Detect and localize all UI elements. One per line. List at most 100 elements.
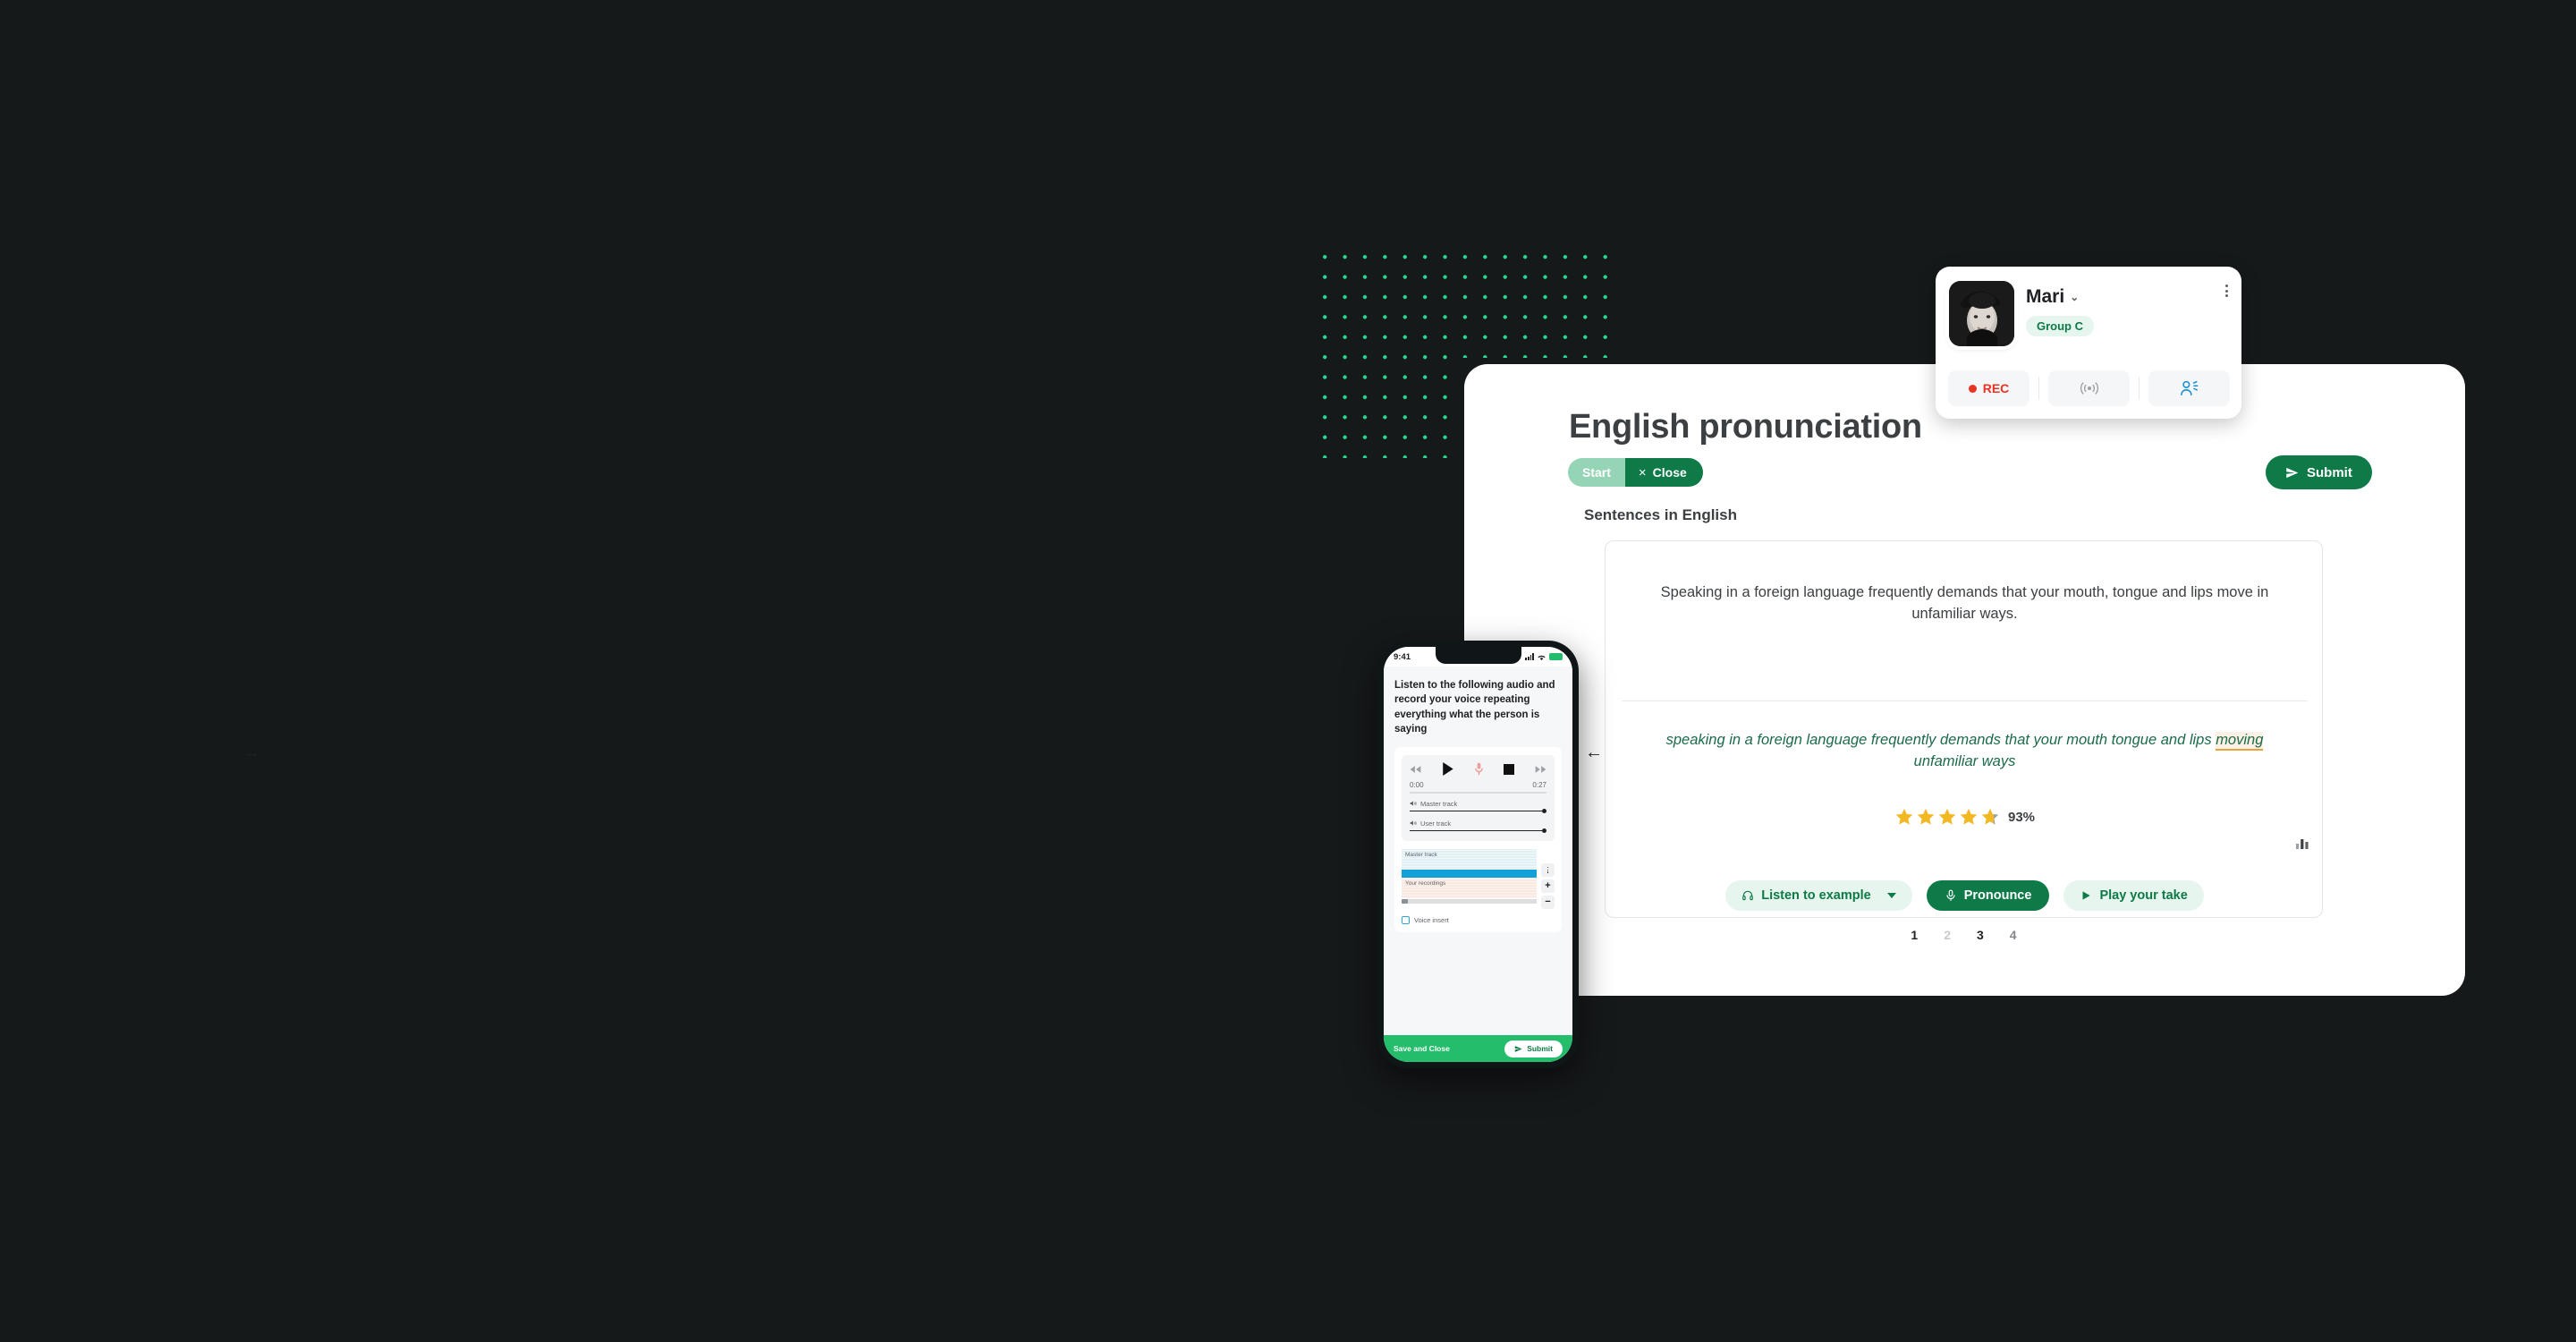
paper-plane-icon [1514, 1045, 1522, 1052]
transcript-after: unfamiliar ways [1913, 753, 2016, 770]
close-button[interactable]: × Close [1624, 458, 1703, 487]
record-label: REC [1982, 381, 2010, 395]
status-indicators [1525, 653, 1563, 661]
play-icon[interactable] [1442, 762, 1453, 777]
microphone-icon[interactable] [1474, 762, 1483, 776]
record-button[interactable]: REC [1948, 370, 2029, 406]
more-options-icon[interactable] [2225, 285, 2228, 297]
group-badge: Group C [2026, 316, 2094, 336]
user-card: Mari ⌄ Group C REC [1936, 267, 2241, 419]
paper-plane-icon [2286, 467, 2299, 478]
phone-screen: 9:41 Listen to the following audio and r… [1384, 647, 1572, 1062]
play-your-take-label: Play your take [2099, 888, 2188, 903]
signal-icon [1525, 653, 1534, 660]
start-button[interactable]: Start [1568, 458, 1625, 487]
user-name-dropdown[interactable]: Mari ⌄ [2026, 286, 2079, 308]
page-title: English pronunciation [1569, 408, 1922, 446]
next-arrow-icon[interactable]: → [239, 740, 264, 765]
listen-to-example-button[interactable]: Listen to example [1725, 880, 1912, 911]
waveform-tools: + − [1541, 849, 1555, 909]
close-button-label: Close [1652, 465, 1687, 480]
page-3[interactable]: 3 [1977, 928, 1984, 942]
zoom-out-icon[interactable]: − [1541, 895, 1555, 909]
master-waveform[interactable]: Master track [1402, 848, 1537, 870]
time-current: 0:00 [1410, 781, 1424, 790]
phone-submit-label: Submit [1527, 1044, 1553, 1053]
transcript-result: speaking in a foreign language frequentl… [1632, 729, 2297, 773]
phone-body: Listen to the following audio and record… [1384, 667, 1572, 1035]
master-volume-slider[interactable] [1410, 808, 1546, 813]
play-your-take-button[interactable]: Play your take [2063, 880, 2204, 911]
user-track-label: User track [1420, 819, 1452, 828]
broadcast-button[interactable] [2048, 370, 2130, 406]
master-track-volume-label: Master track [1410, 800, 1546, 808]
stop-icon[interactable] [1503, 763, 1514, 775]
user-card-controls: REC [1948, 370, 2230, 406]
user-volume-slider[interactable] [1410, 828, 1546, 833]
phone-submit-button[interactable]: Submit [1504, 1040, 1563, 1057]
player-transport-controls [1410, 762, 1546, 777]
chevron-down-icon[interactable]: ⌄ [2070, 291, 2079, 303]
prompt-sentence: Speaking in a foreign language frequentl… [1660, 584, 2269, 623]
user-name: Mari [2026, 286, 2065, 307]
bar-chart-icon [2296, 839, 2309, 849]
star-icon [1960, 808, 1978, 825]
page-1[interactable]: 1 [1911, 928, 1918, 942]
record-dot-icon [1968, 384, 1977, 393]
wifi-icon [1538, 655, 1546, 660]
phone-footer: Save and Close Submit [1384, 1035, 1572, 1062]
voice-insert-label: Voice insert [1414, 915, 1449, 924]
voice-insert-checkbox[interactable]: Voice insert [1402, 915, 1555, 924]
battery-icon [1549, 653, 1563, 660]
screenshot-root: English pronunciation Start × Close Sent… [0, 0, 2576, 1342]
pronounce-button[interactable]: Pronounce [1926, 880, 2050, 911]
star-icon [1917, 808, 1935, 825]
waveform-scrollbar[interactable] [1402, 898, 1537, 904]
microphone-icon [1946, 889, 1955, 901]
status-time: 9:41 [1394, 651, 1411, 662]
control-divider [2038, 377, 2039, 400]
submit-button-label: Submit [2307, 464, 2352, 480]
participants-button[interactable] [2148, 370, 2230, 406]
participants-icon [2180, 380, 2198, 396]
master-waveform-label: Master track [1405, 851, 1437, 858]
headphone-icon [1742, 890, 1754, 901]
chevron-down-icon[interactable] [1886, 893, 1896, 898]
phone-notch [1435, 647, 1521, 664]
phone-audio-card: 0:00 0:27 Master track User track Master… [1394, 747, 1562, 932]
rewind-icon[interactable] [1410, 765, 1421, 774]
star-icon [1938, 808, 1956, 825]
star-icon [1895, 808, 1913, 825]
audio-player: 0:00 0:27 Master track User track [1402, 755, 1555, 841]
user-waveform[interactable]: Your recordings [1402, 877, 1537, 898]
master-waveform-selection[interactable] [1402, 869, 1537, 878]
transcript-error-word: moving [2216, 732, 2264, 751]
page-2[interactable]: 2 [1944, 928, 1951, 942]
zoom-in-icon[interactable]: + [1541, 879, 1555, 893]
submit-button[interactable]: Submit [2266, 455, 2372, 489]
phone-instruction: Listen to the following audio and record… [1394, 680, 1555, 735]
score-rating: 93% [1606, 807, 2324, 827]
playback-progress-bar[interactable] [1410, 792, 1546, 794]
avatar-photo [1949, 281, 2014, 346]
page-4[interactable]: 4 [2010, 928, 2017, 942]
waveform-editor: Master track Your recordings + − [1402, 848, 1555, 909]
avatar [1949, 281, 2014, 346]
start-close-segmented-control[interactable]: Start × Close [1568, 458, 1703, 487]
pronounce-label: Pronounce [1963, 888, 2032, 903]
waveform-menu-icon[interactable] [1541, 862, 1555, 877]
checkbox-icon[interactable] [1402, 915, 1410, 924]
exercise-card: Speaking in a foreign language frequentl… [1605, 540, 2323, 918]
user-waveform-label: Your recordings [1405, 879, 1446, 887]
play-icon [2082, 891, 2091, 900]
phone-mockup: 9:41 Listen to the following audio and r… [1377, 641, 1579, 1068]
player-times: 0:00 0:27 [1410, 781, 1546, 789]
statistics-button[interactable] [2295, 836, 2309, 854]
section-label: Sentences in English [1584, 506, 1737, 523]
save-and-close-button[interactable]: Save and Close [1394, 1044, 1450, 1053]
fast-forward-icon[interactable] [1535, 765, 1546, 774]
previous-arrow-icon[interactable]: ← [1581, 740, 1606, 765]
star-rating [1894, 807, 2000, 827]
pagination[interactable]: 1 2 3 4 [1605, 928, 2323, 942]
waveform-tracks: Master track Your recordings [1402, 848, 1537, 909]
